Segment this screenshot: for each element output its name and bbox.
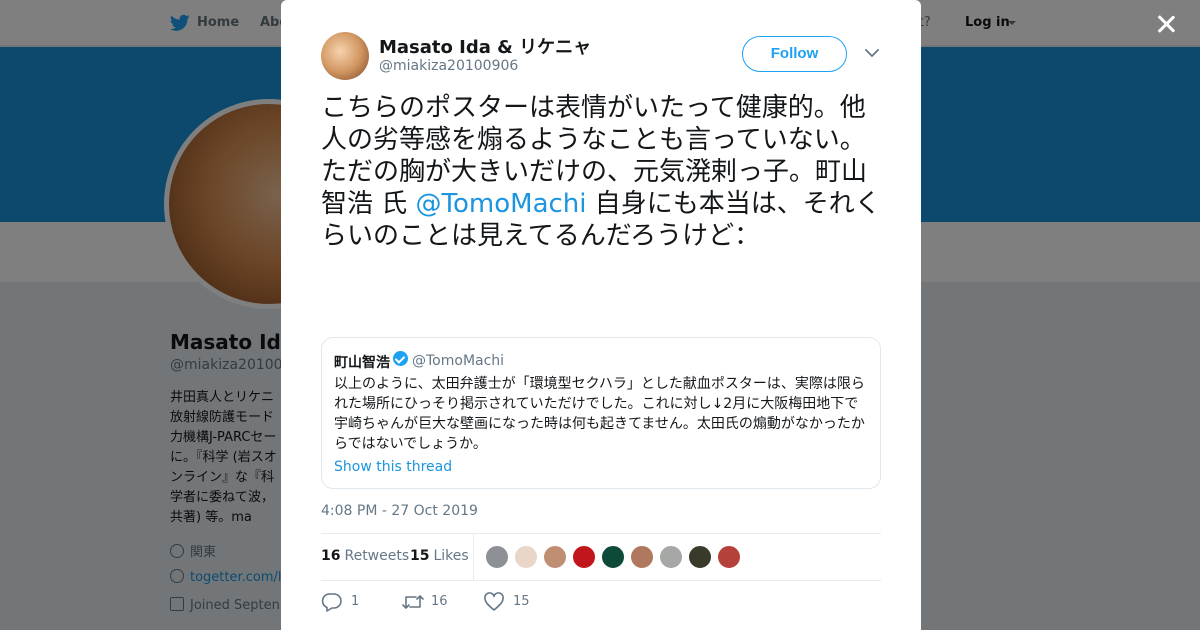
close-icon[interactable] (1154, 12, 1178, 36)
author-name[interactable]: Masato Ida & リケニャ (379, 33, 591, 59)
liker-avatar[interactable] (543, 545, 567, 569)
liker-avatar[interactable] (659, 545, 683, 569)
tweet-modal: Masato Ida & リケニャ @miakiza20100906 Follo… (281, 0, 921, 630)
likes-label: Likes (433, 548, 469, 564)
tweet-actions: 1 16 15 (321, 590, 881, 614)
show-thread-link[interactable]: Show this thread (334, 459, 452, 475)
quoted-tweet[interactable]: 町山智浩 @TomoMachi 以上のように、太田弁護士が「環境型セクハラ」とし… (321, 337, 881, 489)
divider (321, 533, 881, 534)
author-avatar[interactable] (321, 32, 369, 80)
retweet-count: 16 (431, 594, 448, 609)
quoted-author-handle: @TomoMachi (412, 353, 505, 369)
likes-count: 15 (410, 548, 430, 564)
retweets-label: Retweets (344, 548, 410, 564)
quoted-author-name: 町山智浩 (334, 355, 390, 371)
liker-avatar[interactable] (514, 545, 538, 569)
liker-avatar[interactable] (601, 545, 625, 569)
retweets-stat[interactable]: 16 Retweets (321, 548, 409, 564)
chevron-down-icon[interactable] (865, 48, 879, 58)
reply-count: 1 (351, 594, 360, 609)
liker-avatar[interactable] (485, 545, 509, 569)
liker-avatar[interactable] (572, 545, 596, 569)
liker-avatar[interactable] (717, 545, 741, 569)
verified-badge-icon (393, 351, 408, 366)
reply-icon (321, 593, 342, 612)
divider (473, 534, 474, 580)
quoted-tweet-text: 以上のように、太田弁護士が「環境型セクハラ」とした献血ポスターは、実際は限られた… (334, 376, 865, 452)
tweet-text: こちらのポスターは表情がいたって健康的。他人の劣等感を煽るようなことも言っていな… (321, 92, 886, 252)
like-count: 15 (513, 594, 530, 609)
author-handle[interactable]: @miakiza20100906 (379, 58, 518, 74)
retweets-count: 16 (321, 548, 341, 564)
retweet-icon (402, 595, 424, 609)
liker-avatar[interactable] (630, 545, 654, 569)
tweet-timestamp[interactable]: 4:08 PM - 27 Oct 2019 (321, 503, 478, 519)
divider (321, 580, 881, 581)
liker-avatar[interactable] (688, 545, 712, 569)
follow-button[interactable]: Follow (742, 36, 847, 72)
likes-stat[interactable]: 15 Likes (410, 548, 469, 564)
like-icon (484, 592, 504, 611)
tweet-mention-link[interactable]: @TomoMachi (416, 189, 587, 219)
